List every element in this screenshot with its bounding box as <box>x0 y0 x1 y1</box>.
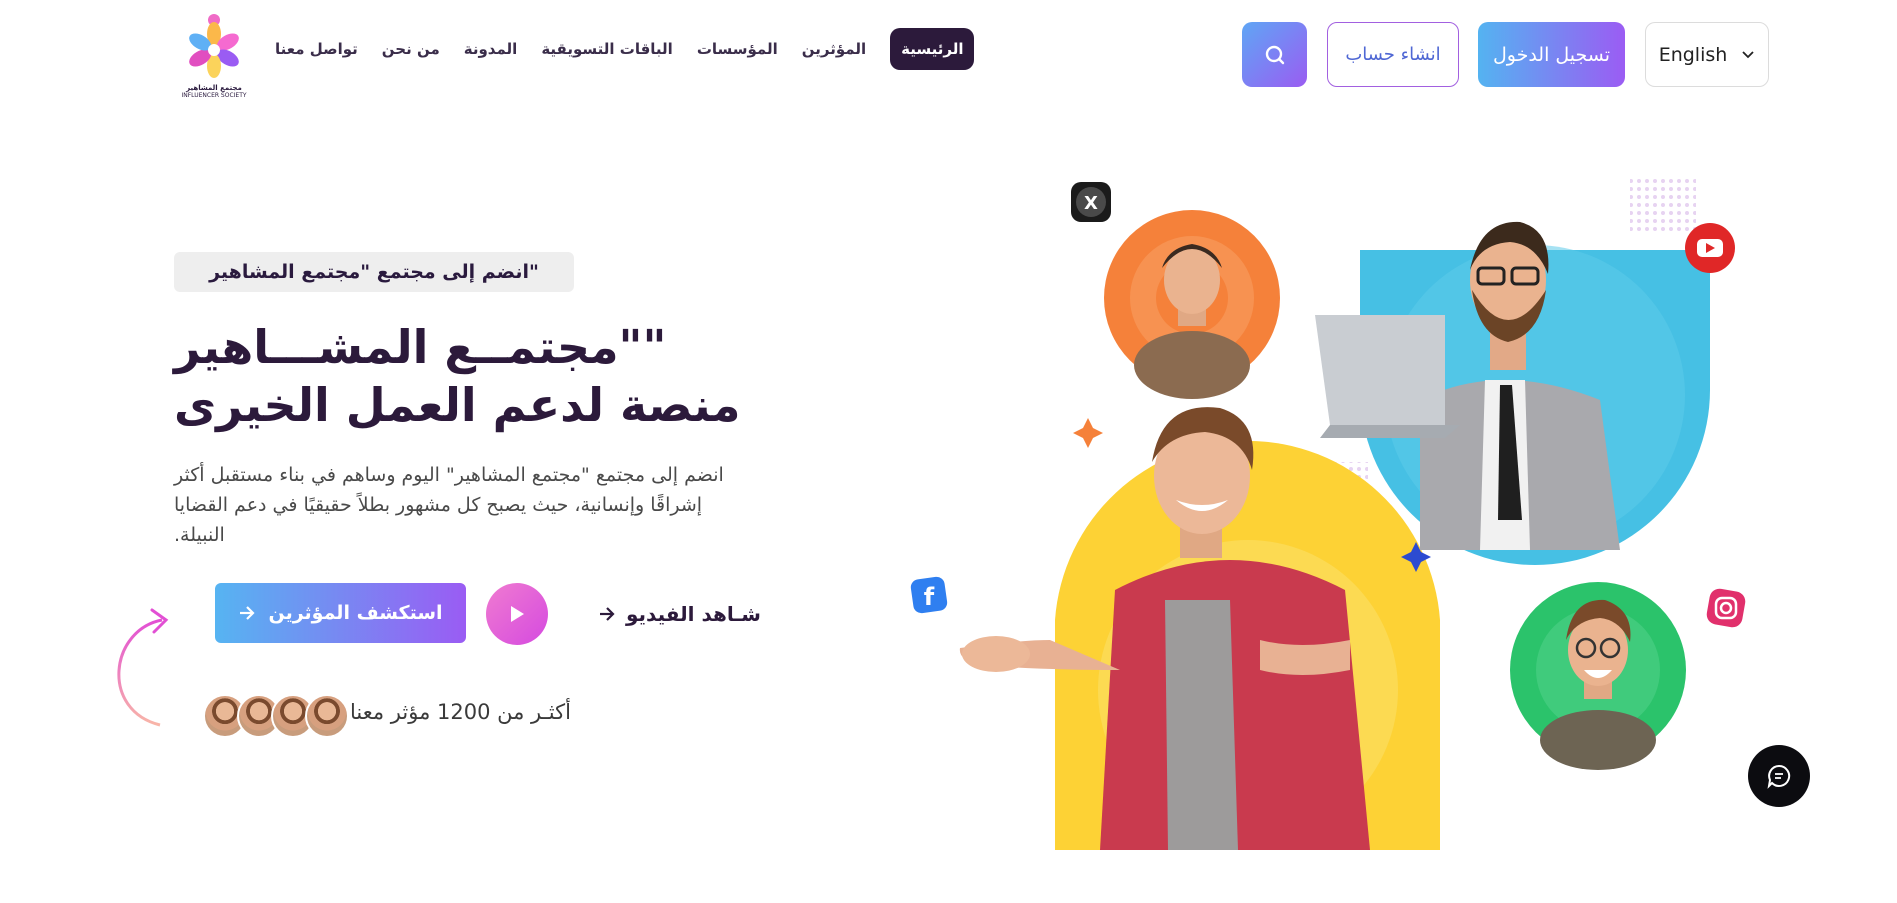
influencer-avatars <box>203 694 349 738</box>
youtube-icon <box>1685 223 1735 273</box>
hero-title: مجتمــع المشـــاهير"" منصة لدعم العمل ال… <box>174 318 874 434</box>
nav-item-home[interactable]: الرئيسية <box>890 28 975 70</box>
nav-item-packages[interactable]: الباقات التسويقية <box>541 40 673 58</box>
hero-illustration: X f <box>910 178 1746 850</box>
nav-item-influencers[interactable]: المؤثرين <box>802 40 866 58</box>
orange-sparkle-icon <box>1073 418 1103 448</box>
hero-pill: "انضم إلى مجتمع "مجتمع المشاهير <box>174 252 574 292</box>
hero-description: انضم إلى مجتمع "مجتمع المشاهير" اليوم وس… <box>174 460 824 550</box>
green-avatar <box>1510 582 1686 770</box>
explore-label: استكشف المؤثرين <box>268 602 443 624</box>
nav-item-blog[interactable]: المدونة <box>464 40 518 58</box>
orange-avatar <box>1104 210 1280 399</box>
search-icon <box>1265 45 1284 64</box>
nav-item-about[interactable]: من نحن <box>382 40 440 58</box>
svg-text:X: X <box>1084 193 1098 214</box>
facebook-icon: f <box>910 576 948 614</box>
logo-title: مجتمع المشاهير <box>186 84 242 92</box>
play-icon <box>511 606 524 622</box>
explore-influencers-button[interactable]: استكشف المؤثرين <box>215 583 466 643</box>
signup-button[interactable]: انشاء حساب <box>1327 22 1459 87</box>
play-video-button[interactable] <box>486 583 548 645</box>
svg-text:f: f <box>924 583 935 611</box>
arrow-right-icon <box>240 606 256 620</box>
influencers-count: أكثـر من 1200 مؤثر معنا <box>350 700 571 724</box>
dot-grid-top <box>1630 178 1696 234</box>
hero-desc-line3: .النبيلة <box>174 524 225 546</box>
landing-page: مجتمع المشاهير INFLUENCER SOCIETY الرئيس… <box>0 0 1897 903</box>
x-icon: X <box>1071 182 1111 222</box>
instagram-icon <box>1706 588 1746 628</box>
arrow-right-icon <box>600 607 615 621</box>
hero-desc-line1: انضم إلى مجتمع "مجتمع المشاهير" اليوم وس… <box>174 464 724 486</box>
search-button[interactable] <box>1242 22 1307 87</box>
hero-title-line1: مجتمــع المشـــاهير"" <box>174 320 667 374</box>
chat-button[interactable] <box>1748 745 1810 807</box>
hero-title-line2: منصة لدعم العمل الخيرى <box>174 378 741 432</box>
language-label: English <box>1658 43 1728 66</box>
logo-subtitle: INFLUENCER SOCIETY <box>181 92 247 99</box>
avatar <box>305 694 349 738</box>
hero-desc-line2: إشراقًا وإنسانية، حيث يصبح كل مشهور بطلا… <box>174 494 703 516</box>
nav-item-institutions[interactable]: المؤسسات <box>697 40 778 58</box>
language-select[interactable]: English <box>1645 22 1769 87</box>
chat-icon <box>1767 764 1791 789</box>
watch-video-label: شـاهد الفيديو <box>626 602 761 626</box>
curved-arrow-icon <box>117 608 169 727</box>
nav-item-contact[interactable]: تواصل معنا <box>275 40 358 58</box>
chevron-down-icon <box>1742 50 1754 58</box>
watch-video-link[interactable]: شـاهد الفيديو <box>598 596 761 632</box>
login-button[interactable]: تسجيل الدخول <box>1478 22 1625 87</box>
main-nav: الرئيسية المؤثرين المؤسسات الباقات التسو… <box>275 26 975 72</box>
